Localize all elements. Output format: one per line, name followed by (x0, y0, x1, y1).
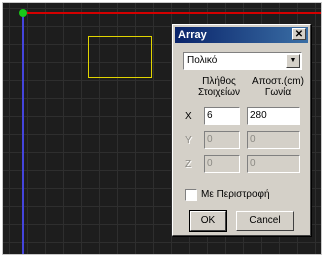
distance-column-header: Αποστ.(cm) Γωνία (247, 76, 309, 98)
rotation-checkbox-label[interactable]: Με Περιστροφή (201, 189, 270, 200)
x-axis-line (22, 12, 321, 14)
cancel-button[interactable]: Cancel (236, 211, 294, 231)
mode-select-value: Πολικό (187, 55, 218, 66)
y-count-input[interactable]: 0 (204, 131, 240, 149)
z-distance-input[interactable]: 0 (247, 155, 300, 173)
count-header-line1: Πλήθος (202, 76, 236, 87)
selected-rectangle[interactable] (88, 36, 152, 78)
ok-button[interactable]: OK (189, 210, 227, 232)
x-distance-input[interactable]: 280 (247, 107, 300, 125)
distance-header-line2: Γωνία (264, 87, 292, 98)
row-y-label: Y (185, 135, 192, 146)
array-dialog: Array ✕ Πολικό ▼ Πλήθος Στοιχείων Αποστ.… (172, 24, 311, 236)
row-x-label: X (185, 111, 192, 122)
chevron-down-icon[interactable]: ▼ (286, 54, 300, 68)
y-distance-input[interactable]: 0 (247, 131, 300, 149)
x-count-input[interactable]: 6 (204, 107, 240, 125)
count-header-line2: Στοιχείων (197, 87, 241, 98)
close-icon[interactable]: ✕ (292, 28, 306, 40)
rotation-checkbox[interactable] (185, 189, 197, 201)
z-count-input[interactable]: 0 (204, 155, 240, 173)
mode-select[interactable]: Πολικό ▼ (183, 52, 302, 70)
dialog-title: Array (178, 29, 207, 41)
row-z-label: Z (185, 159, 192, 170)
origin-marker (19, 9, 27, 17)
distance-header-line1: Αποστ.(cm) (252, 76, 304, 87)
dialog-titlebar[interactable]: Array ✕ (175, 27, 308, 43)
y-axis-line (22, 12, 24, 254)
count-column-header: Πλήθος Στοιχείων (195, 76, 243, 98)
